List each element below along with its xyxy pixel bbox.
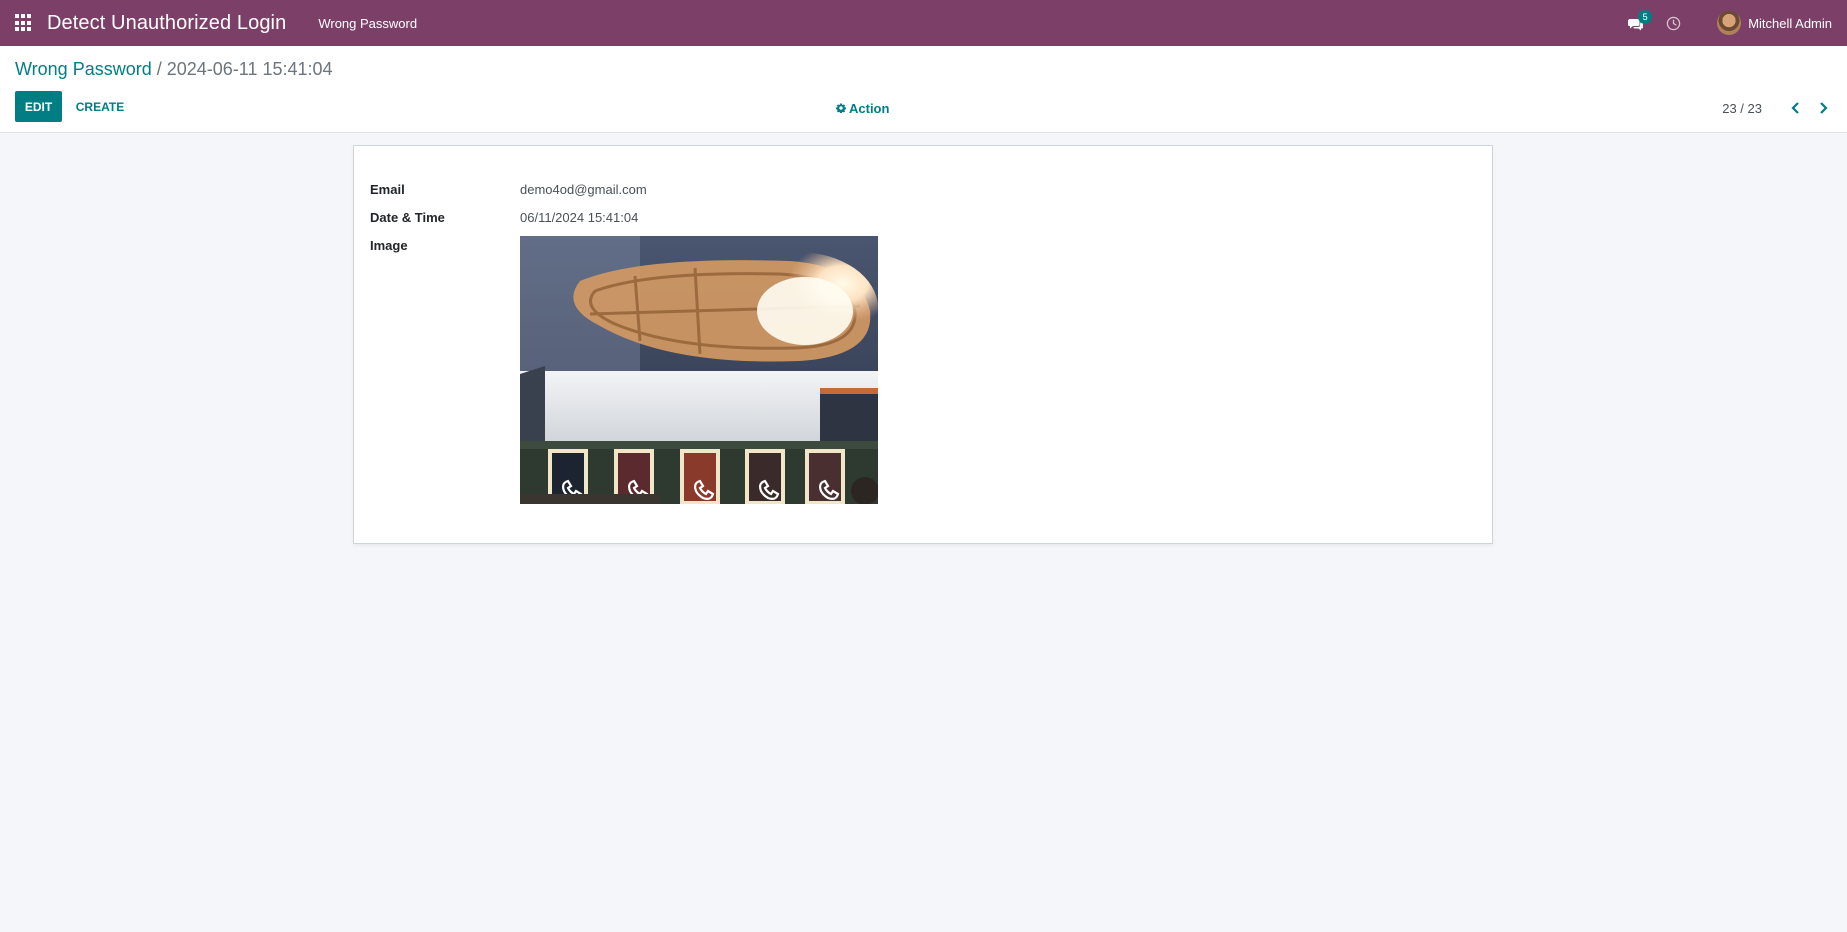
pager-next-button[interactable]: [1813, 98, 1833, 118]
menu-item-wrong-password[interactable]: Wrong Password: [318, 16, 417, 31]
breadcrumb-current: 2024-06-11 15:41:04: [166, 59, 333, 79]
breadcrumb-parent-link[interactable]: Wrong Password: [15, 59, 152, 79]
edit-button[interactable]: EDIT: [15, 91, 62, 122]
email-label: Email: [370, 182, 405, 197]
field-email: Email demo4od@gmail.com: [370, 182, 647, 197]
breadcrumb-separator: /: [151, 59, 167, 79]
apps-menu-icon[interactable]: [15, 14, 33, 32]
chevron-left-icon: [1790, 102, 1799, 114]
captured-login-photo[interactable]: [520, 236, 878, 504]
date-time-label: Date & Time: [370, 210, 445, 225]
field-image: Image: [370, 238, 520, 253]
field-date-time: Date & Time 06/11/2024 15:41:04: [370, 210, 638, 225]
app-title[interactable]: Detect Unauthorized Login: [47, 12, 286, 35]
user-name: Mitchell Admin: [1748, 15, 1832, 31]
pager-value[interactable]: 23 / 23: [1722, 101, 1762, 116]
image-label: Image: [370, 238, 408, 253]
messaging-menu[interactable]: 5: [1628, 10, 1653, 32]
form-sheet: Email demo4od@gmail.com Date & Time 06/1…: [353, 145, 1493, 544]
user-menu[interactable]: Mitchell Admin: [1717, 11, 1832, 35]
top-navbar: Detect Unauthorized Login Wrong Password…: [0, 0, 1847, 46]
date-time-value: 06/11/2024 15:41:04: [520, 210, 639, 225]
email-value: demo4od@gmail.com: [520, 182, 647, 197]
control-panel: Wrong Password / 2024-06-11 15:41:04 EDI…: [0, 46, 1847, 133]
navbar-systray: 5 Mitchell Admin: [1628, 0, 1832, 46]
create-button[interactable]: CREATE: [70, 91, 130, 122]
activity-clock-icon[interactable]: [1666, 16, 1681, 31]
gear-icon: [836, 103, 846, 113]
breadcrumb: Wrong Password / 2024-06-11 15:41:04: [15, 59, 333, 80]
action-label: Action: [849, 100, 890, 116]
chevron-right-icon: [1819, 102, 1828, 114]
action-menu-button[interactable]: Action: [836, 98, 889, 118]
avatar: [1717, 11, 1742, 35]
pager: 23 / 23: [1722, 98, 1833, 118]
pager-previous-button[interactable]: [1785, 98, 1805, 118]
message-count-badge: 5: [1638, 10, 1653, 24]
